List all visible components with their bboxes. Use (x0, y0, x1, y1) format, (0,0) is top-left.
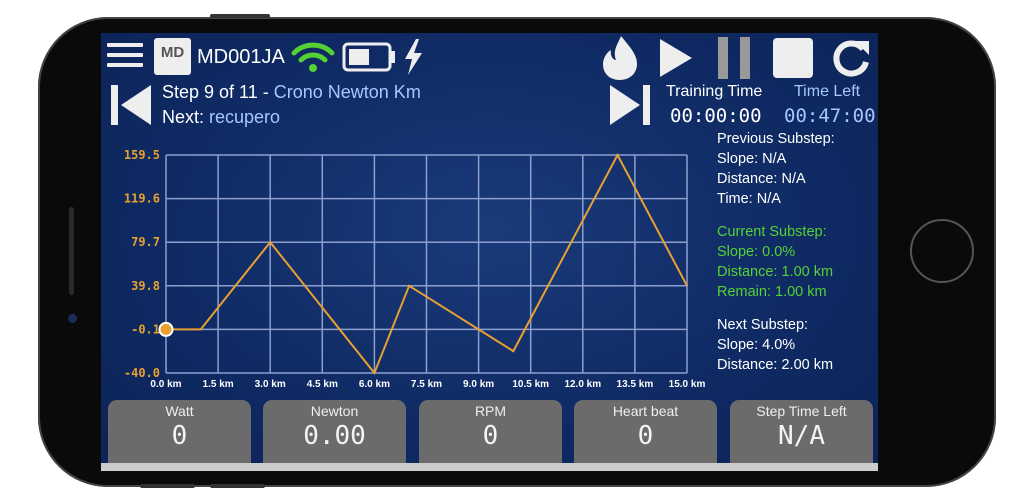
current-position-marker (158, 321, 174, 337)
next-step-name: recupero (209, 107, 281, 127)
metric-label: Newton (310, 403, 359, 419)
next-substep-slope: Slope: 4.0% (717, 337, 796, 353)
y-tick-label: -0.1 (131, 322, 160, 336)
menu-icon[interactable] (107, 43, 143, 73)
training-time-value: 00:00:00 (670, 105, 762, 127)
app-logo: MD (154, 38, 191, 75)
phone-side-button (210, 484, 265, 488)
metric-value: 0.00 (303, 421, 366, 451)
metric-label: Watt (165, 403, 194, 419)
next-substep-distance: Distance: 2.00 km (717, 357, 834, 373)
flame-icon[interactable] (601, 36, 639, 80)
next-substep-title: Next Substep: (717, 317, 809, 333)
phone-camera (68, 314, 77, 323)
metric-value: 0 (482, 421, 499, 451)
time-left-label: Time Left (794, 83, 861, 100)
x-tick-label: 0.0 km (150, 379, 181, 390)
app-screen: MD MD001JA Step 9 of 11 - Crono Newton K… (101, 33, 878, 471)
current-substep-title: Current Substep: (717, 224, 827, 240)
x-tick-label: 10.5 km (512, 379, 549, 390)
stop-button[interactable] (773, 38, 813, 78)
x-tick-label: 12.0 km (564, 379, 601, 390)
y-tick-label: 119.6 (124, 192, 160, 206)
step-counter: Step 9 of 11 - (162, 82, 274, 102)
pause-button[interactable] (716, 37, 752, 79)
training-time-label: Training Time (666, 83, 763, 100)
x-tick-label: 15.0 km (669, 379, 706, 390)
next-label: Next: (162, 107, 210, 127)
phone-side-button (210, 14, 270, 18)
time-left-value: 00:47:00 (784, 105, 876, 127)
current-substep-distance: Distance: 1.00 km (717, 264, 834, 280)
current-substep-remain: Remain: 1.00 km (717, 284, 827, 300)
x-tick-label: 13.5 km (617, 379, 654, 390)
metric-newton: Newton 0.00 (263, 400, 406, 471)
phone-side-button (140, 484, 195, 488)
current-substep: Current Substep: Slope: 0.0% Distance: 1… (717, 222, 833, 302)
slope-chart: 0.0 km 1.5 km 3.0 km 4.5 km 6.0 km 7.5 km 9.0 … (124, 148, 706, 390)
metric-watt: Watt 0 (108, 400, 251, 471)
skip-previous-button[interactable] (109, 83, 153, 127)
device-id: MD001JA (197, 46, 285, 68)
metric-value: 0 (171, 421, 188, 451)
wifi-icon (291, 42, 335, 72)
battery-icon (342, 42, 395, 72)
y-tick-label: 159.5 (124, 148, 160, 162)
metric-label: Heart beat (612, 403, 679, 419)
step-title: Step 9 of 11 - Crono Newton Km (162, 82, 421, 103)
step-name: Crono Newton Km (273, 82, 421, 102)
phone-speaker (69, 207, 74, 295)
y-tick-label: -40.0 (124, 366, 160, 380)
metric-value: N/A (778, 421, 825, 451)
metric-step-time-left: Step Time Left N/A (730, 400, 873, 471)
metric-label: Step Time Left (756, 403, 847, 419)
next-substep: Next Substep: Slope: 4.0% Distance: 2.00… (717, 315, 833, 375)
previous-substep-time: Time: N/A (717, 191, 781, 207)
previous-substep-slope: Slope: N/A (717, 151, 787, 167)
charging-bolt-icon (405, 39, 422, 75)
x-tick-label: 3.0 km (255, 379, 286, 390)
x-tick-label: 7.5 km (411, 379, 442, 390)
x-tick-label: 9.0 km (463, 379, 494, 390)
navigation-bar (101, 463, 878, 471)
x-tick-label: 1.5 km (203, 379, 234, 390)
home-button[interactable] (910, 219, 974, 283)
previous-substep: Previous Substep: Slope: N/A Distance: N… (717, 129, 835, 209)
refresh-button[interactable] (829, 37, 873, 79)
x-tick-label: 4.5 km (307, 379, 338, 390)
y-tick-label: 79.7 (131, 235, 160, 249)
previous-substep-distance: Distance: N/A (717, 171, 806, 187)
play-button[interactable] (658, 37, 694, 79)
metric-rpm: RPM 0 (419, 400, 562, 471)
metric-heart-beat: Heart beat 0 (574, 400, 717, 471)
metric-label: RPM (474, 403, 507, 419)
y-tick-label: 39.8 (131, 279, 160, 293)
current-substep-slope: Slope: 0.0% (717, 244, 796, 260)
next-step: Next: recupero (162, 107, 280, 128)
previous-substep-title: Previous Substep: (717, 131, 835, 147)
skip-next-button[interactable] (608, 83, 652, 127)
x-tick-label: 6.0 km (359, 379, 390, 390)
metric-value: 0 (637, 421, 654, 451)
